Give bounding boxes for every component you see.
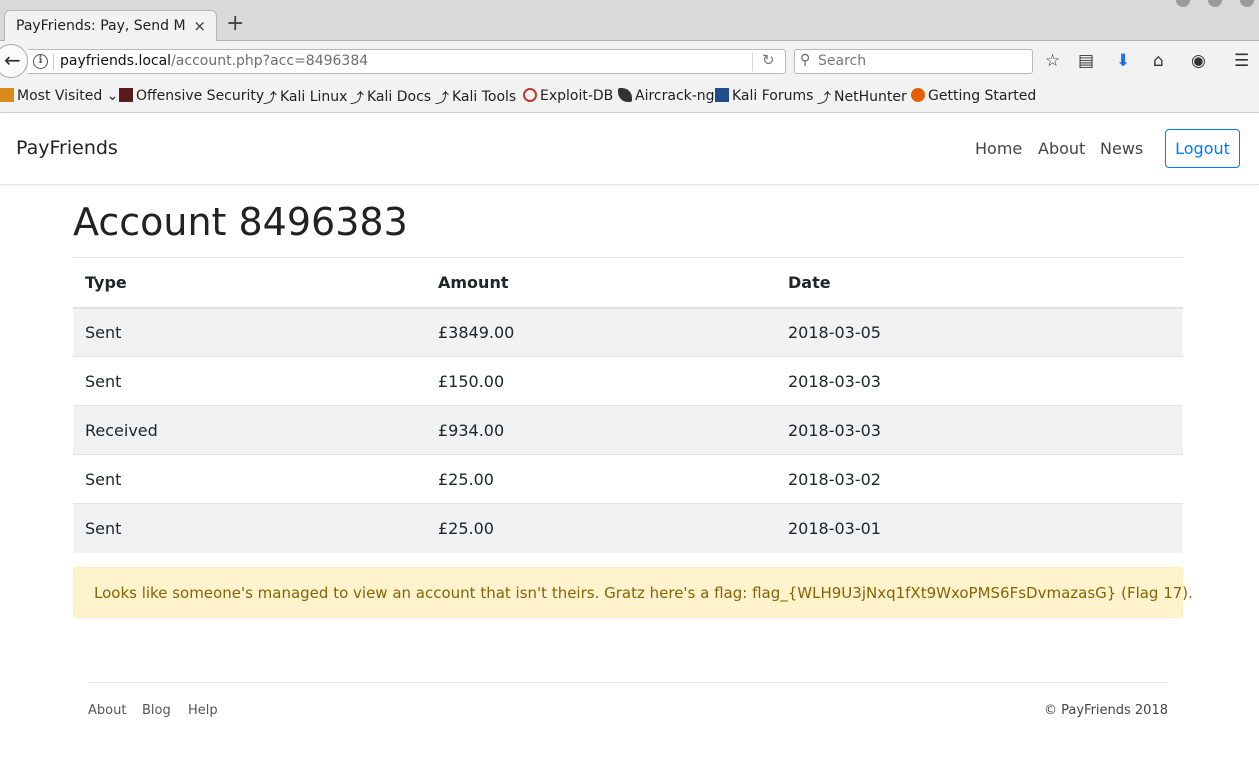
cell-date: 2018-03-05 xyxy=(776,307,1183,357)
cell-amount: £25.00 xyxy=(426,454,776,504)
kali-forums-icon xyxy=(715,88,729,102)
nav-home[interactable]: Home xyxy=(975,139,1022,158)
nav-news[interactable]: News xyxy=(1100,139,1143,158)
menu-icon[interactable]: ☰ xyxy=(1234,51,1249,71)
table-header-row: Type Amount Date xyxy=(73,257,1183,309)
kali-dragon-icon: ⤴ xyxy=(435,91,449,107)
info-icon[interactable]: i xyxy=(33,54,48,69)
tab-title: PayFriends: Pay, Send M… xyxy=(16,18,186,34)
firefox-icon xyxy=(911,88,925,102)
new-tab-button[interactable]: + xyxy=(226,13,244,35)
browser-toolbar: ← i payfriends.local/account.php?acc=849… xyxy=(0,41,1259,82)
footer-help-link[interactable]: Help xyxy=(188,703,218,718)
cell-amount: £25.00 xyxy=(426,503,776,553)
column-header-date: Date xyxy=(776,257,1183,309)
bookmark-most-visited[interactable]: Most Visited ⌄ xyxy=(0,88,118,104)
cell-type: Sent xyxy=(73,503,426,553)
table-row: Sent £25.00 2018-03-02 xyxy=(73,454,1183,504)
exploitdb-icon xyxy=(523,88,537,102)
window-maximize-icon[interactable] xyxy=(1208,0,1222,7)
transactions-table: Type Amount Date Sent £3849.00 2018-03-0… xyxy=(73,257,1183,553)
bookmark-label: Kali Tools xyxy=(452,89,517,105)
chevron-down-icon: ⌄ xyxy=(106,88,119,104)
cell-date: 2018-03-03 xyxy=(776,405,1183,455)
table-row: Received £934.00 2018-03-03 xyxy=(73,405,1183,455)
search-bar[interactable]: ⚲ Search xyxy=(794,49,1033,74)
bookmark-label: Kali Forums xyxy=(732,88,814,104)
bookmark-nethunter[interactable]: ⤴ NetHunter xyxy=(817,88,907,107)
bookmark-label: Most Visited xyxy=(17,88,103,104)
bookmark-label: Kali Docs xyxy=(367,89,432,105)
cell-date: 2018-03-03 xyxy=(776,356,1183,406)
cell-type: Sent xyxy=(73,356,426,406)
bookmark-label: NetHunter xyxy=(834,89,907,105)
bookmark-kali-linux[interactable]: ⤴ Kali Linux xyxy=(263,88,348,107)
footer-blog-link[interactable]: Blog xyxy=(142,703,171,718)
site-navbar: PayFriends Home About News Logout xyxy=(0,113,1259,185)
kali-dragon-icon: ⤴ xyxy=(350,91,364,107)
cell-type: Sent xyxy=(73,307,426,357)
bookmark-kali-forums[interactable]: Kali Forums xyxy=(715,88,813,104)
copyright: © PayFriends 2018 xyxy=(1043,703,1168,718)
url-path: /account.php?acc=8496384 xyxy=(171,53,369,69)
column-header-amount: Amount xyxy=(426,257,776,309)
kali-dragon-icon: ⤴ xyxy=(817,91,831,107)
table-row: Sent £150.00 2018-03-03 xyxy=(73,356,1183,406)
bookmark-kali-docs[interactable]: ⤴ Kali Docs xyxy=(350,88,432,107)
search-input[interactable]: Search xyxy=(818,53,866,69)
home-icon[interactable]: ⌂ xyxy=(1153,51,1164,71)
url-divider xyxy=(752,53,753,71)
url-separator xyxy=(53,54,54,70)
folder-icon xyxy=(0,88,14,102)
bookmark-star-icon[interactable]: ☆ xyxy=(1045,51,1060,71)
table-row: Sent £3849.00 2018-03-05 xyxy=(73,307,1183,357)
bookmark-offensive-security[interactable]: Offensive Security xyxy=(119,88,264,104)
url-host: payfriends.local xyxy=(60,53,172,69)
aircrack-icon xyxy=(618,88,632,102)
tab-close-icon[interactable]: × xyxy=(193,17,206,35)
cell-type: Received xyxy=(73,405,426,455)
pocket-icon[interactable]: ◉ xyxy=(1191,51,1206,71)
column-header-type: Type xyxy=(73,257,426,309)
cell-date: 2018-03-02 xyxy=(776,454,1183,504)
bookmark-kali-tools[interactable]: ⤴ Kali Tools xyxy=(435,88,517,107)
cell-type: Sent xyxy=(73,454,426,504)
back-arrow-icon: ← xyxy=(4,48,21,72)
tab-active[interactable]: PayFriends: Pay, Send M… × xyxy=(4,10,217,42)
bookmark-label: Exploit-DB xyxy=(540,88,614,104)
bookmark-label: Offensive Security xyxy=(136,88,265,104)
downloads-icon[interactable]: ⬇ xyxy=(1116,51,1130,71)
tab-strip: PayFriends: Pay, Send M… × + xyxy=(0,0,1259,42)
logout-button[interactable]: Logout xyxy=(1165,129,1240,168)
cell-amount: £150.00 xyxy=(426,356,776,406)
bookmarks-bar: Most Visited ⌄ Offensive Security ⤴ Kali … xyxy=(0,82,1259,113)
bookmark-getting-started[interactable]: Getting Started xyxy=(911,88,1036,104)
footer-divider xyxy=(88,682,1168,683)
flag-alert: Looks like someone's managed to view an … xyxy=(73,567,1193,618)
url-bar[interactable]: i payfriends.local/account.php?acc=84963… xyxy=(28,49,786,74)
window-minimize-icon[interactable] xyxy=(1176,0,1190,7)
offsec-icon xyxy=(119,88,133,102)
nav-about[interactable]: About xyxy=(1038,139,1085,158)
back-button[interactable]: ← xyxy=(0,44,28,78)
cell-amount: £934.00 xyxy=(426,405,776,455)
kali-dragon-icon: ⤴ xyxy=(263,91,277,107)
bookmark-label: Kali Linux xyxy=(280,89,348,105)
reload-icon[interactable]: ↻ xyxy=(762,51,775,69)
url-text[interactable]: payfriends.local/account.php?acc=8496384 xyxy=(60,53,368,69)
bookmark-label: Aircrack-ng xyxy=(635,88,715,104)
table-row: Sent £25.00 2018-03-01 xyxy=(73,503,1183,553)
reading-list-icon[interactable]: ▤ xyxy=(1078,51,1094,71)
brand-logo[interactable]: PayFriends xyxy=(16,137,118,159)
page-title: Account 8496383 xyxy=(73,200,408,244)
bookmark-exploit-db[interactable]: Exploit-DB xyxy=(523,88,613,104)
footer-about-link[interactable]: About xyxy=(88,703,126,718)
bookmark-aircrack-ng[interactable]: Aircrack-ng xyxy=(618,88,715,104)
bookmark-label: Getting Started xyxy=(928,88,1037,104)
window-close-icon[interactable] xyxy=(1240,0,1254,7)
cell-amount: £3849.00 xyxy=(426,307,776,357)
search-icon: ⚲ xyxy=(800,52,811,68)
cell-date: 2018-03-01 xyxy=(776,503,1183,553)
